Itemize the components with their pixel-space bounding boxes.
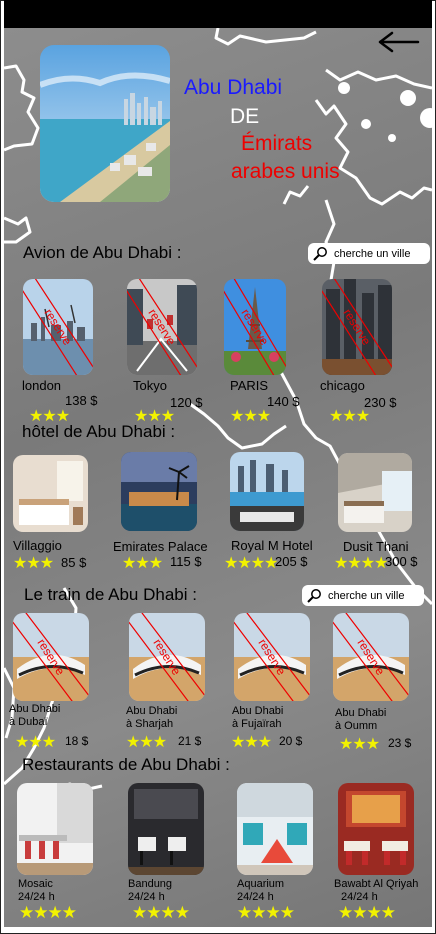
hotel-price: 85 $ [61, 555, 87, 570]
hotel-image-villaggio[interactable] [13, 455, 88, 532]
flight-name: chicago [320, 378, 365, 393]
hotel-rating: ★★★ [122, 555, 163, 572]
restaurant-rating: ★★★★ [19, 903, 77, 922]
train-route: Abu Dhabi à Fujaïrah [232, 705, 284, 730]
flight-price: 140 $ [267, 394, 300, 409]
flight-name: london [22, 378, 62, 393]
hotel-price: 300 $ [385, 554, 418, 569]
trains-section-title: Le train de Abu Dhabi : [24, 585, 197, 604]
title-city: Abu Dhabi [184, 76, 283, 99]
train-price: 20 $ [279, 734, 303, 748]
hotel-rating: ★★★★ [224, 555, 278, 572]
flight-image-chicago[interactable]: reserve [322, 279, 392, 375]
flights-section-title: Avion de Abu Dhabi : [23, 243, 182, 262]
restaurant-rating: ★★★★ [132, 903, 190, 922]
restaurant-image-aquarium[interactable] [237, 783, 313, 875]
restaurant-rating: ★★★★ [237, 903, 295, 922]
flight-rating: ★★★ [329, 408, 370, 425]
title-country-2: arabes unis [231, 160, 340, 183]
train-price: 21 $ [178, 734, 202, 748]
hotel-image-royal-m[interactable] [230, 452, 304, 531]
search-placeholder: cherche un ville [334, 247, 411, 260]
train-rating: ★★★ [231, 734, 272, 751]
search-icon [313, 246, 327, 261]
flight-name: Tokyo [133, 378, 167, 393]
status-bar [4, 0, 432, 28]
hotel-image-emirates-palace[interactable] [121, 452, 197, 531]
train-route: Abu Dhabi à Sharjah [126, 705, 178, 730]
train-image-sharjah[interactable]: reserve [129, 613, 205, 701]
back-arrow-icon[interactable] [376, 28, 422, 56]
train-route: Abu Dhabi à Oumm [335, 707, 387, 732]
flight-image-paris[interactable]: reserve [224, 279, 286, 375]
flight-price: 138 $ [65, 393, 98, 408]
screen: Abu Dhabi DE Émirats arabes unis Avion d… [4, 28, 432, 927]
restaurant-image-bandung[interactable] [128, 783, 204, 875]
hotel-rating: ★★★ [13, 555, 54, 572]
hero-image [40, 45, 170, 202]
restaurant-info: Mosaic 24/24 h [18, 878, 55, 903]
flight-price: 120 $ [170, 395, 203, 410]
restaurant-image-bawabt-al-qriyah[interactable] [338, 783, 414, 875]
flights-search-input[interactable]: cherche un ville [308, 243, 430, 264]
hotels-section-title: hôtel de Abu Dhabi : [22, 422, 176, 441]
search-icon [307, 588, 321, 603]
restaurant-image-mosaic[interactable] [17, 783, 93, 875]
train-rating: ★★★ [15, 734, 56, 751]
restaurant-rating: ★★★★ [338, 903, 396, 922]
restaurant-info: Bawabt Al Qriyah 24/24 h [334, 878, 419, 903]
hotel-price: 205 $ [275, 554, 308, 569]
search-placeholder: cherche un ville [328, 589, 405, 602]
train-image-dubai[interactable]: reserve [13, 613, 89, 701]
train-image-fujairah[interactable]: reserve [234, 613, 310, 701]
trains-search-input[interactable]: cherche un ville [302, 585, 424, 606]
train-price: 23 $ [388, 736, 412, 750]
restaurants-section-title: Restaurants de Abu Dhabi : [22, 755, 230, 774]
train-rating: ★★★ [339, 736, 380, 753]
train-rating: ★★★ [126, 734, 167, 751]
flight-image-tokyo[interactable]: reserve [127, 279, 197, 375]
hotel-name: Royal M Hotel [231, 538, 313, 553]
hotel-image-dusit-thani[interactable] [338, 453, 412, 532]
hotel-name: Emirates Palace [113, 539, 208, 554]
hotel-name: Villaggio [13, 538, 62, 553]
train-route: Abu Dhabi à Dubaï [9, 703, 61, 728]
hotel-price: 115 $ [170, 554, 202, 569]
flight-image-london[interactable]: reserve [23, 279, 93, 375]
title-de: DE [230, 105, 260, 128]
restaurant-info: Aquarium 24/24 h [237, 878, 285, 903]
title-country-1: Émirats [241, 132, 313, 155]
train-image-oumm[interactable]: reserve [333, 613, 409, 701]
restaurant-info: Bandung 24/24 h [128, 878, 173, 903]
train-price: 18 $ [65, 734, 89, 748]
flight-name: PARIS [230, 378, 269, 393]
hotel-rating: ★★★★ [334, 555, 388, 572]
hotel-name: Dusit Thani [343, 539, 409, 554]
flight-rating: ★★★ [230, 408, 271, 425]
